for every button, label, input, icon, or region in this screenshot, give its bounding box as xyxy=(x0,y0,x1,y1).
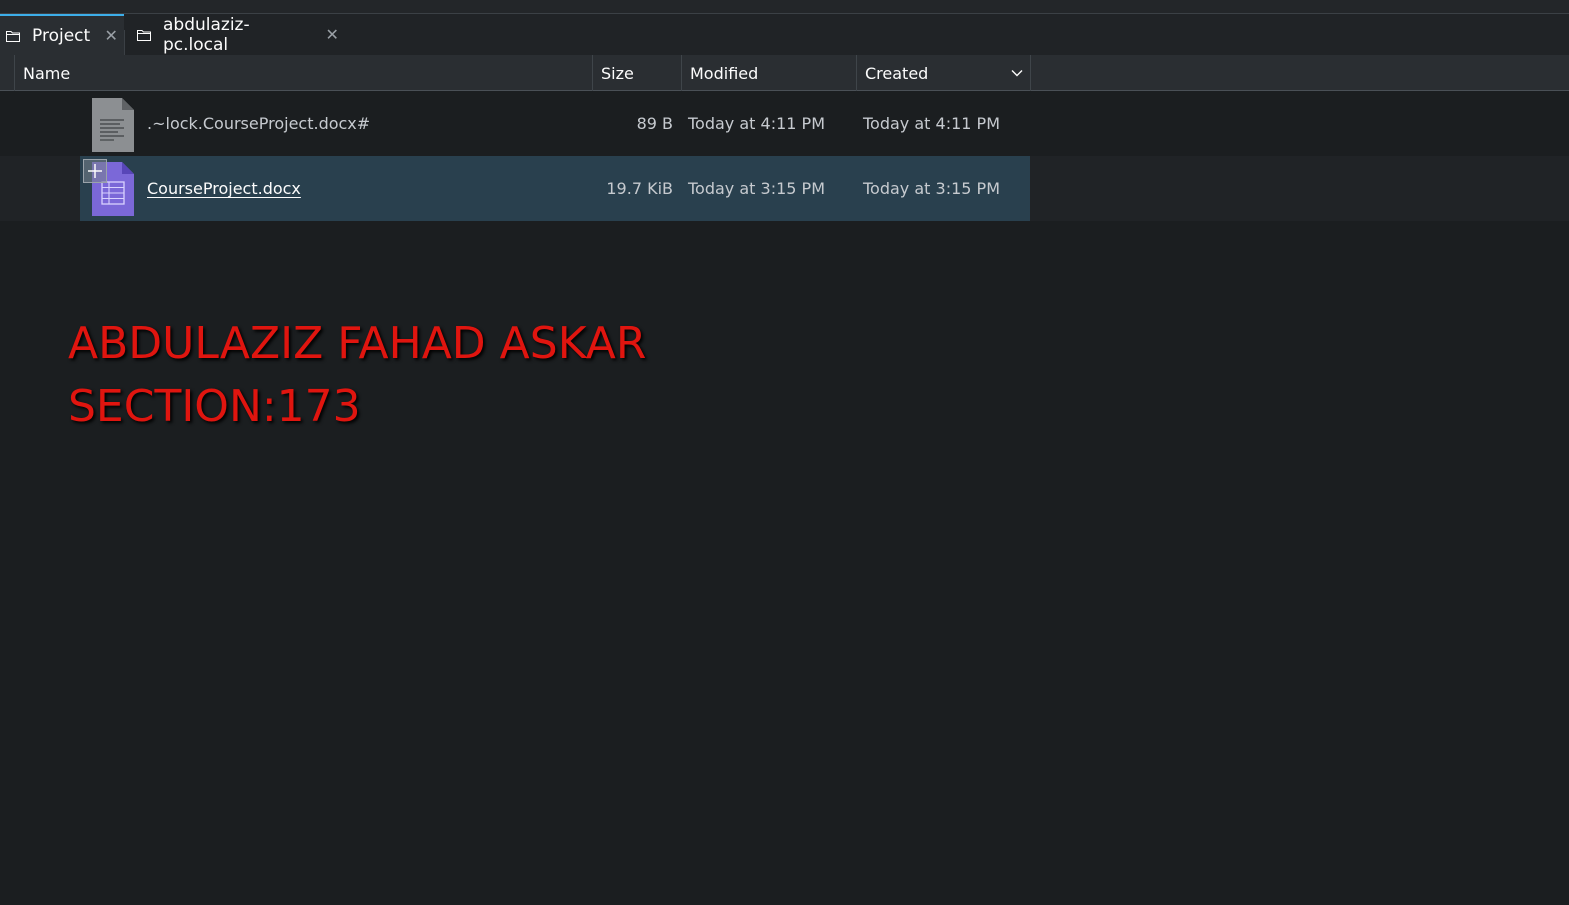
file-modified: Today at 4:11 PM xyxy=(688,114,825,133)
file-size: 89 B xyxy=(636,114,673,133)
file-row-selected[interactable]: CourseProject.docx 19.7 KiB Today at 3:1… xyxy=(0,156,1569,221)
file-name[interactable]: .~lock.CourseProject.docx# xyxy=(147,91,370,156)
file-row[interactable]: .~lock.CourseProject.docx# 89 B Today at… xyxy=(0,91,1569,156)
folder-icon xyxy=(136,27,152,43)
close-icon[interactable]: ✕ xyxy=(325,25,339,44)
tab-label: abdulaziz-pc.local xyxy=(163,14,250,55)
file-created: Today at 3:15 PM xyxy=(863,179,1000,198)
add-selection-icon[interactable] xyxy=(83,159,107,183)
close-icon[interactable]: ✕ xyxy=(104,26,118,45)
column-size-label: Size xyxy=(601,63,634,83)
overlay-section: SECTION:173 xyxy=(68,381,361,432)
column-header: Name Size Modified Created xyxy=(0,55,1569,91)
column-modified[interactable]: Modified xyxy=(681,55,856,91)
overlay-annotation: ABDULAZIZ FAHAD ASKAR SECTION:173 xyxy=(68,312,646,438)
column-created-label: Created xyxy=(865,63,929,83)
column-name-label: Name xyxy=(23,63,71,83)
tab-project[interactable]: Project ✕ xyxy=(0,14,124,55)
tab-bar: Project ✕ abdulaziz-pc.local ✕ xyxy=(0,14,1569,67)
file-size: 19.7 KiB xyxy=(606,179,673,198)
column-created[interactable]: Created xyxy=(856,55,1031,91)
overlay-name: ABDULAZIZ FAHAD ASKAR xyxy=(68,318,647,369)
file-name[interactable]: CourseProject.docx xyxy=(147,156,301,221)
text-file-icon xyxy=(92,98,134,152)
column-modified-label: Modified xyxy=(690,63,759,83)
tab-label: Project xyxy=(32,25,91,46)
column-name[interactable]: Name xyxy=(14,55,592,91)
window-top-edge xyxy=(0,0,1569,14)
chevron-down-icon[interactable] xyxy=(1010,65,1024,79)
file-modified: Today at 3:15 PM xyxy=(688,179,825,198)
column-size[interactable]: Size xyxy=(592,55,681,91)
tab-abdulaziz-pc-local[interactable]: abdulaziz-pc.local ✕ xyxy=(131,14,339,55)
folder-icon xyxy=(5,28,21,44)
file-created: Today at 4:11 PM xyxy=(863,114,1000,133)
